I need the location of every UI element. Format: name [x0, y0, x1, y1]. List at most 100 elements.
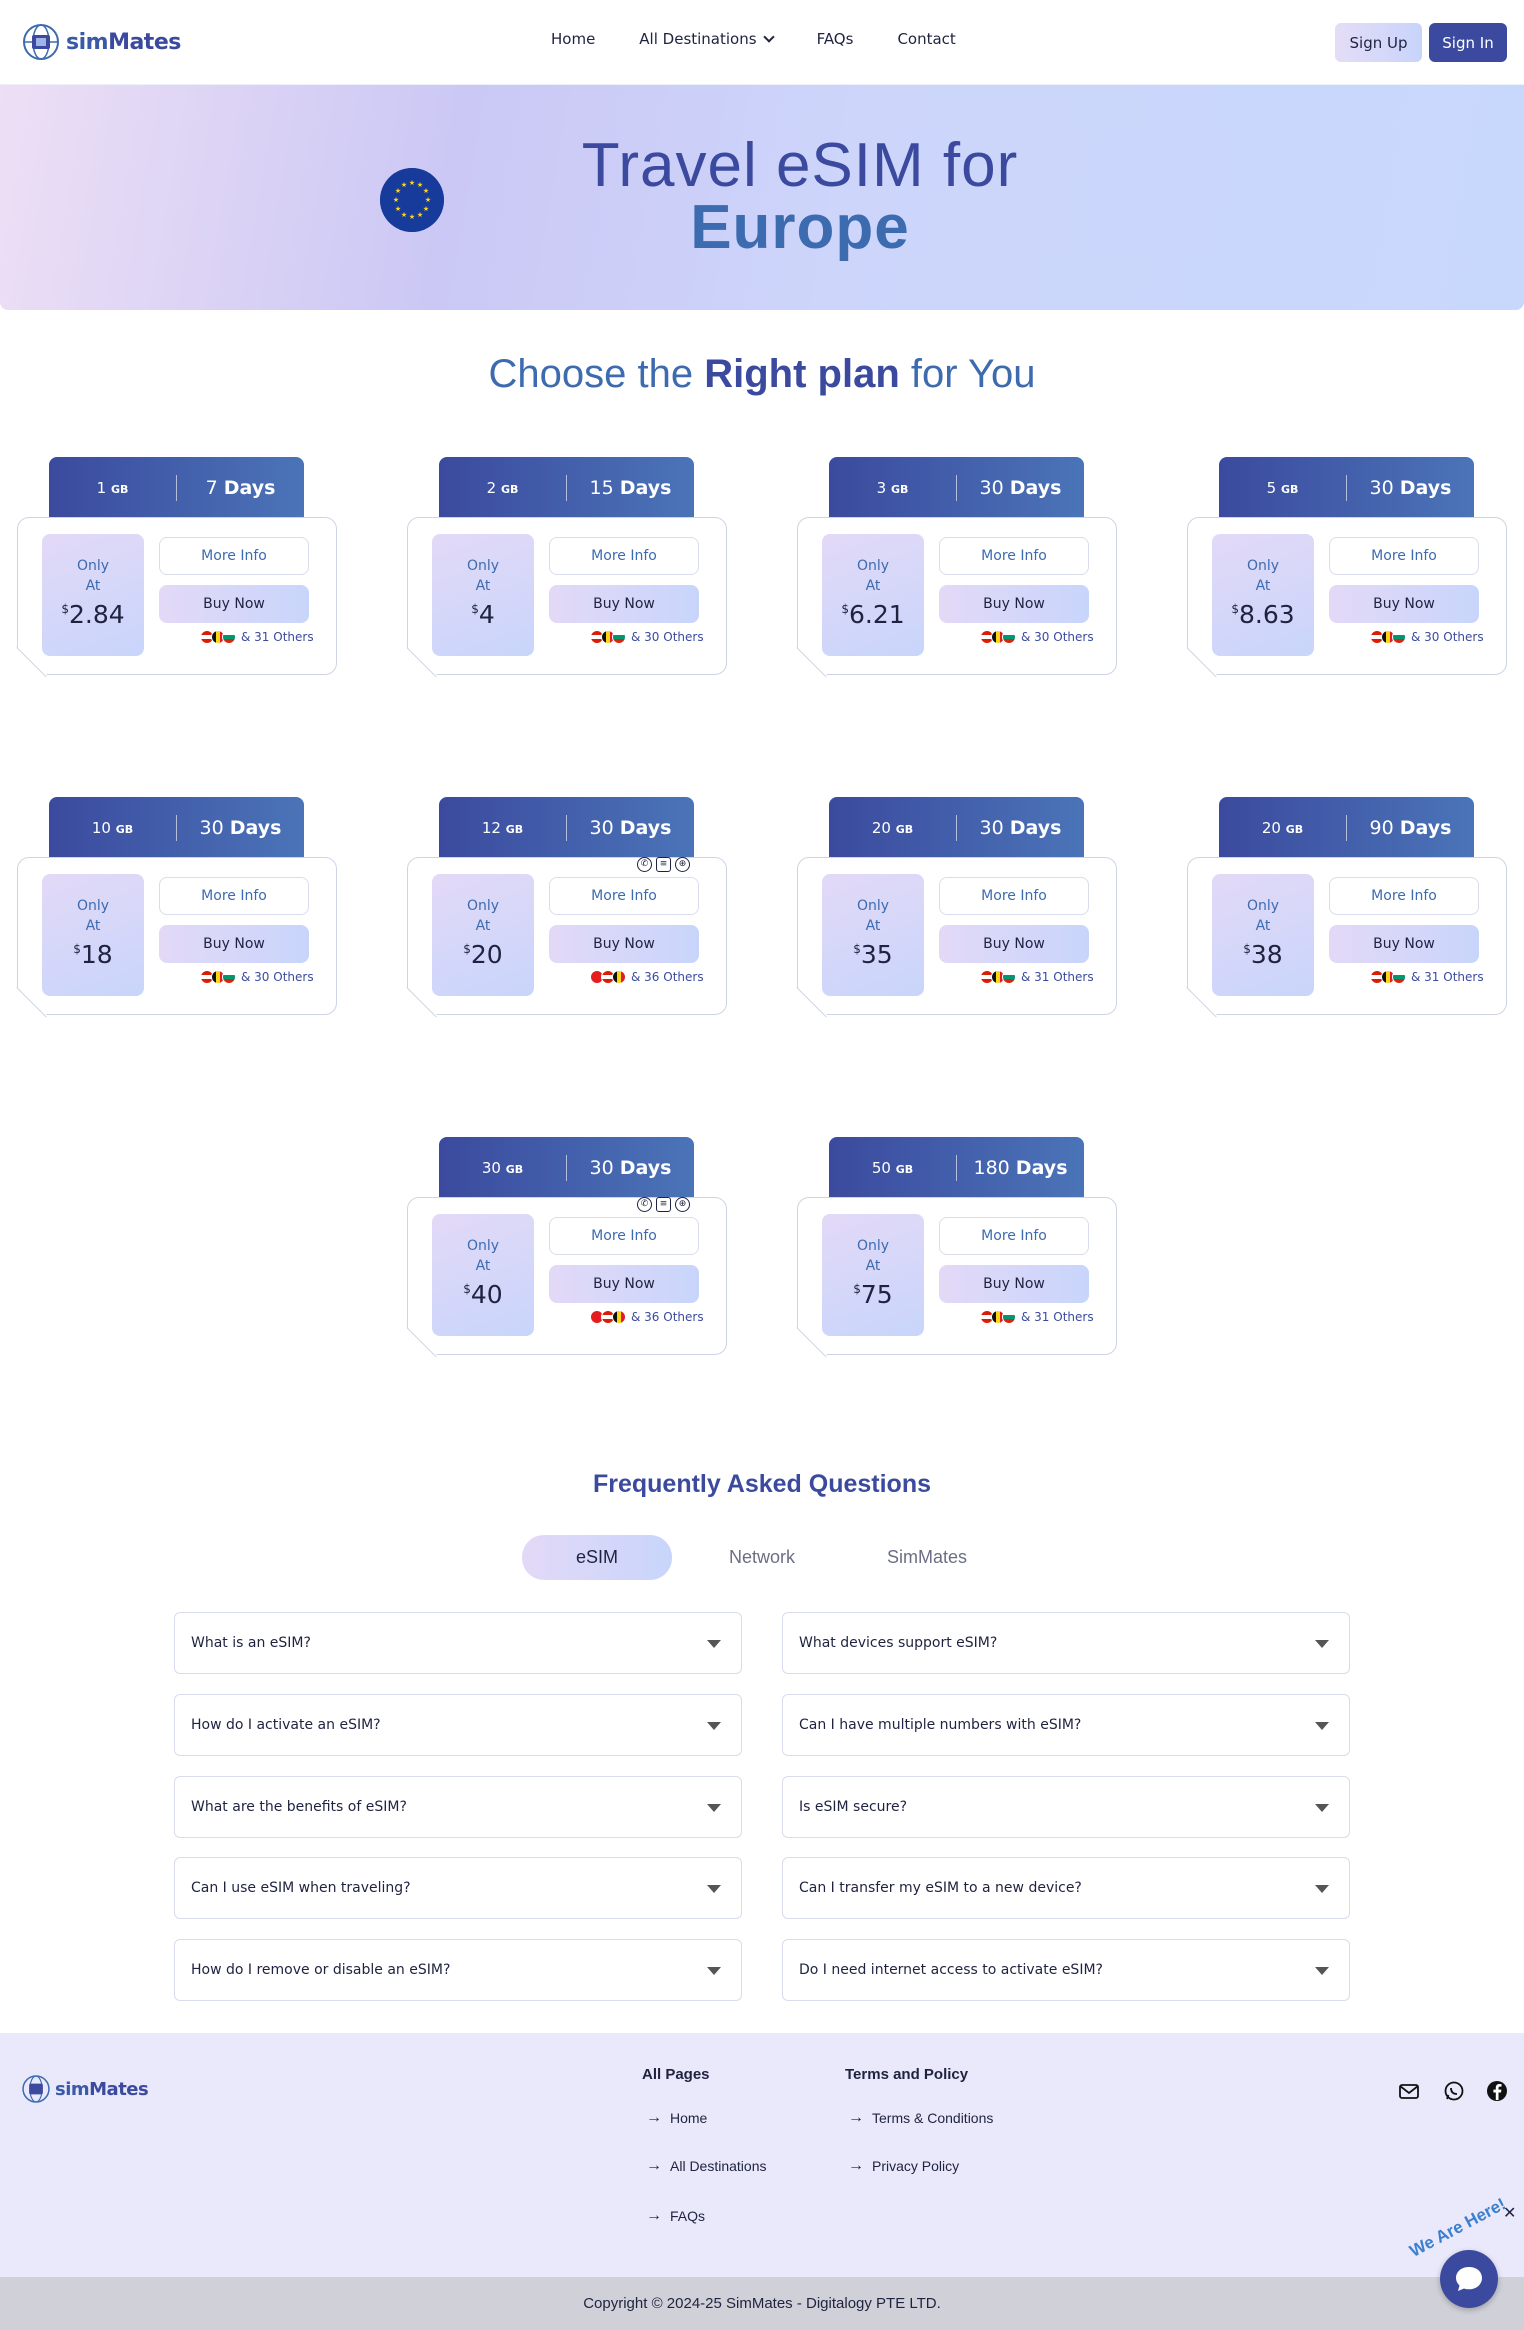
plan-header: 10 GB 30 Days	[49, 797, 304, 859]
plan-countries[interactable]: & 30 Others	[1370, 630, 1484, 644]
more-info-button[interactable]: More Info	[549, 537, 699, 575]
footer-terms-title: Terms and Policy	[845, 2066, 969, 2083]
buy-now-button[interactable]: Buy Now	[549, 585, 699, 623]
faq-tab-network[interactable]: Network	[687, 1535, 837, 1580]
plan-countries[interactable]: & 31 Others	[980, 1310, 1094, 1324]
svg-text:★: ★	[401, 211, 407, 219]
plan-countries[interactable]: & 31 Others	[200, 630, 314, 644]
plan-header: 20 GB 30 Days	[829, 797, 1084, 859]
nav-all-destinations[interactable]: All Destinations	[639, 30, 775, 48]
more-info-button[interactable]: More Info	[939, 537, 1089, 575]
plan-price: $18	[73, 940, 113, 969]
faq-item[interactable]: How do I activate an eSIM?	[174, 1694, 742, 1756]
footer-link-privacy[interactable]: → Privacy Policy	[848, 2157, 959, 2175]
globe-icon: ⊕	[675, 857, 690, 872]
caret-down-icon	[707, 1885, 721, 1893]
plan-price: $20	[463, 940, 503, 969]
footer-logo-text: simMates	[55, 2078, 149, 2100]
faq-tab-simmates[interactable]: SimMates	[852, 1535, 1002, 1580]
close-icon[interactable]: ✕	[1503, 2203, 1516, 2222]
plan-price-box: Only At $75	[822, 1214, 924, 1336]
plan-card: 20 GB 90 Days Only At $38 More Info Buy N…	[1186, 797, 1507, 1022]
sign-in-button[interactable]: Sign In	[1429, 23, 1507, 62]
plan-duration: 30 Days	[589, 1157, 672, 1179]
nav-faqs[interactable]: FAQs	[817, 30, 854, 48]
plan-duration: 7 Days	[205, 477, 276, 499]
faq-tab-esim[interactable]: eSIM	[522, 1535, 672, 1580]
more-info-button[interactable]: More Info	[549, 877, 699, 915]
site-header: simMates Home All Destinations FAQs Cont…	[0, 0, 1524, 85]
plan-header: 12 GB 30 Days	[439, 797, 694, 859]
more-info-button[interactable]: More Info	[1329, 537, 1479, 575]
plan-countries[interactable]: & 31 Others	[1370, 970, 1484, 984]
plan-card: 10 GB 30 Days Only At $18 More Info Buy N…	[16, 797, 337, 1022]
more-info-button[interactable]: More Info	[1329, 877, 1479, 915]
buy-now-button[interactable]: Buy Now	[939, 585, 1089, 623]
faq-item[interactable]: Can I have multiple numbers with eSIM?	[782, 1694, 1350, 1756]
faq-item[interactable]: Can I use eSIM when traveling?	[174, 1857, 742, 1919]
buy-now-button[interactable]: Buy Now	[939, 925, 1089, 963]
facebook-icon[interactable]	[1486, 2080, 1508, 2102]
plans-heading: Choose the Right plan for You	[488, 352, 1036, 396]
nav-contact[interactable]: Contact	[897, 30, 955, 48]
hero-title-destination: Europe	[690, 193, 910, 262]
sign-up-button[interactable]: Sign Up	[1335, 23, 1422, 62]
plan-countries[interactable]: & 30 Others	[200, 970, 314, 984]
faq-question: Do I need internet access to activate eS…	[799, 1962, 1103, 1978]
footer-link-faqs[interactable]: → FAQs	[646, 2207, 705, 2225]
plan-header: 3 GB 30 Days	[829, 457, 1084, 519]
plan-duration: 15 Days	[589, 477, 672, 499]
plan-price: $2.84	[61, 600, 125, 629]
buy-now-button[interactable]: Buy Now	[939, 1265, 1089, 1303]
buy-now-button[interactable]: Buy Now	[1329, 925, 1479, 963]
more-info-button[interactable]: More Info	[939, 877, 1089, 915]
more-info-button[interactable]: More Info	[939, 1217, 1089, 1255]
buy-now-button[interactable]: Buy Now	[159, 925, 309, 963]
plan-price: $40	[463, 1280, 503, 1309]
chat-widget-button[interactable]	[1440, 2250, 1498, 2308]
faq-item[interactable]: How do I remove or disable an eSIM?	[174, 1939, 742, 2001]
arrow-right-icon: →	[646, 2157, 662, 2174]
faq-item[interactable]: Can I transfer my eSIM to a new device?	[782, 1857, 1350, 1919]
faq-item[interactable]: What is an eSIM?	[174, 1612, 742, 1674]
plan-countries[interactable]: & 31 Others	[980, 970, 1094, 984]
nav-home[interactable]: Home	[551, 30, 595, 48]
logo[interactable]: simMates	[20, 20, 181, 64]
footer-link-all-destinations[interactable]: → All Destinations	[646, 2157, 767, 2175]
more-info-button[interactable]: More Info	[159, 877, 309, 915]
mail-icon[interactable]	[1398, 2080, 1420, 2102]
nav-all-destinations-label: All Destinations	[639, 30, 757, 48]
faq-question: What are the benefits of eSIM?	[191, 1799, 407, 1815]
faq-item[interactable]: Do I need internet access to activate eS…	[782, 1939, 1350, 2001]
plan-data-amount: 5 GB	[1266, 479, 1299, 497]
footer-logo[interactable]: simMates	[20, 2072, 149, 2106]
plan-data-amount: 12 GB	[481, 819, 524, 837]
plan-countries[interactable]: & 36 Others	[590, 970, 704, 984]
buy-now-button[interactable]: Buy Now	[1329, 585, 1479, 623]
plan-price-box: Only At $18	[42, 874, 144, 996]
svg-text:★: ★	[401, 181, 407, 189]
arrow-right-icon: →	[848, 2109, 864, 2126]
buy-now-button[interactable]: Buy Now	[549, 1265, 699, 1303]
plan-countries[interactable]: & 30 Others	[980, 630, 1094, 644]
buy-now-button[interactable]: Buy Now	[159, 585, 309, 623]
plan-countries[interactable]: & 36 Others	[590, 1310, 704, 1324]
more-info-button[interactable]: More Info	[549, 1217, 699, 1255]
faq-item[interactable]: What devices support eSIM?	[782, 1612, 1350, 1674]
plan-card: 20 GB 30 Days Only At $35 More Info Buy N…	[796, 797, 1117, 1022]
plan-data-amount: 2 GB	[486, 479, 519, 497]
more-info-button[interactable]: More Info	[159, 537, 309, 575]
plan-data-amount: 1 GB	[96, 479, 129, 497]
whatsapp-icon[interactable]	[1443, 2080, 1465, 2102]
country-flag-icon	[1002, 1310, 1016, 1324]
buy-now-button[interactable]: Buy Now	[549, 925, 699, 963]
faq-item[interactable]: Is eSIM secure?	[782, 1776, 1350, 1838]
plan-price-box: Only At $6.21	[822, 534, 924, 656]
footer-link-terms[interactable]: → Terms & Conditions	[848, 2109, 993, 2127]
plan-price: $75	[853, 1280, 893, 1309]
country-flag-icon	[1002, 630, 1016, 644]
plan-countries[interactable]: & 30 Others	[590, 630, 704, 644]
footer-link-home[interactable]: → Home	[646, 2109, 707, 2127]
faq-item[interactable]: What are the benefits of eSIM?	[174, 1776, 742, 1838]
plan-duration: 180 Days	[973, 1157, 1068, 1179]
